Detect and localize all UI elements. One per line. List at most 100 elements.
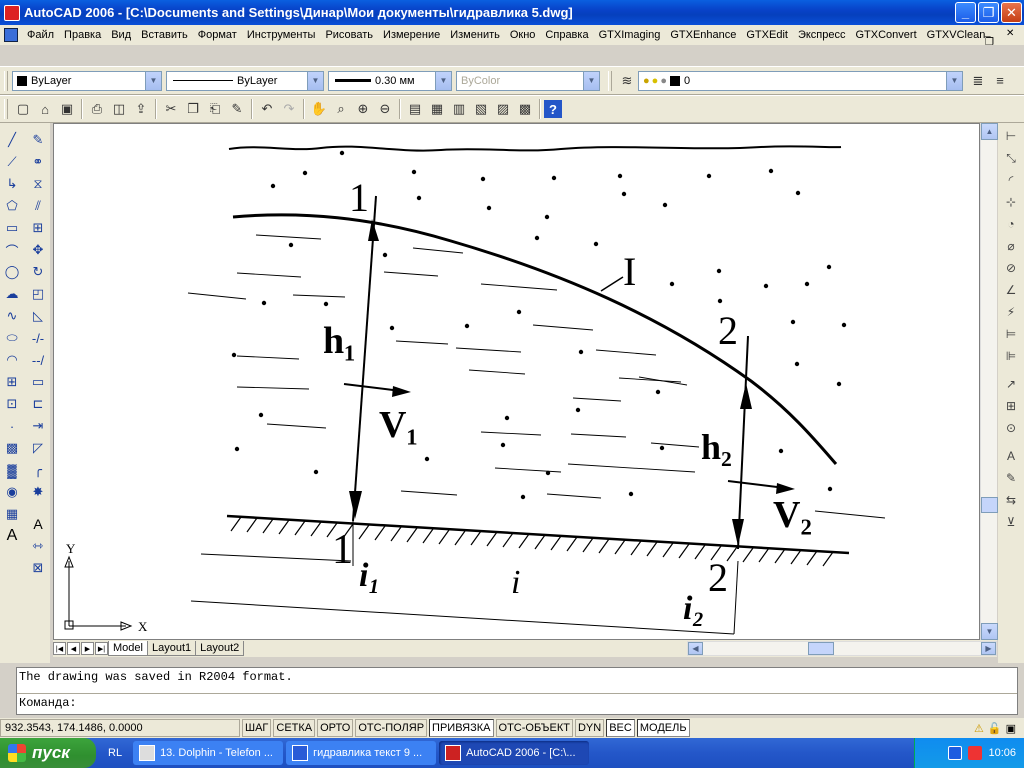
horizontal-scroll-thumb[interactable]	[808, 642, 834, 655]
center-mark-icon[interactable]: ⊙	[1000, 417, 1022, 439]
offset-icon[interactable]: ⫽	[27, 195, 49, 217]
menu-gtxvclean[interactable]: GTXVClean	[922, 29, 991, 41]
coordinate-readout[interactable]: 932.3543, 174.1486, 0.0000	[0, 719, 240, 737]
scale-list-icon[interactable]: ⊠	[27, 557, 49, 579]
next-tab-icon[interactable]: ▶	[81, 642, 94, 655]
tool-palettes-icon[interactable]: ▥	[448, 98, 470, 120]
ellipse-arc-icon[interactable]: ◠	[1, 349, 23, 371]
dyn-toggle[interactable]: DYN	[574, 719, 605, 737]
break-icon[interactable]: ⊏	[27, 393, 49, 415]
markup-icon[interactable]: ▨	[492, 98, 514, 120]
quicklaunch-rl[interactable]: RL	[108, 747, 122, 759]
text-style-icon[interactable]: A	[27, 513, 49, 535]
zoom-realtime-icon[interactable]: ⌕	[330, 98, 352, 120]
vertical-scroll-thumb[interactable]	[981, 497, 998, 513]
diameter-dimension-icon[interactable]: ⊘	[1000, 257, 1022, 279]
chevron-down-icon[interactable]: ▼	[145, 71, 161, 90]
task-autocad[interactable]: AutoCAD 2006 - [C:\...	[439, 741, 590, 765]
model-toggle[interactable]: МОДЕЛЬ	[636, 719, 690, 737]
menu-help[interactable]: Справка	[540, 29, 593, 41]
tab-layout2[interactable]: Layout2	[195, 641, 245, 656]
open-file-icon[interactable]: ⌂	[34, 98, 56, 120]
fillet-icon[interactable]: ╭	[27, 459, 49, 481]
properties-icon[interactable]: ▤	[404, 98, 426, 120]
gradient-icon[interactable]: ▓	[1, 459, 23, 481]
scale-icon[interactable]: ◰	[27, 283, 49, 305]
quick-dimension-icon[interactable]: ⚡	[1000, 301, 1022, 323]
vertical-scrollbar[interactable]: ▲ ▼	[980, 123, 998, 640]
spline-icon[interactable]: ∿	[1, 305, 23, 327]
menu-express[interactable]: Экспресс	[793, 29, 851, 41]
region-icon[interactable]: ◉	[1, 481, 23, 503]
menu-file[interactable]: Файл	[22, 29, 59, 41]
polyline-icon[interactable]: ↳	[1, 173, 23, 195]
copy-icon[interactable]: ❐	[182, 98, 204, 120]
linetype-combo[interactable]: ByLayer ▼	[166, 70, 324, 91]
mirror-icon[interactable]: ⧖	[27, 173, 49, 195]
help-icon[interactable]: ?	[544, 100, 562, 118]
menu-gtxedit[interactable]: GTXEdit	[741, 29, 793, 41]
break-at-point-icon[interactable]: ▭	[27, 371, 49, 393]
menu-edit[interactable]: Правка	[59, 29, 106, 41]
calculator-icon[interactable]: ▩	[514, 98, 536, 120]
stretch-icon[interactable]: ◺	[27, 305, 49, 327]
toolbar-grip[interactable]	[4, 99, 8, 119]
linear-dimension-icon[interactable]: ⊢	[1000, 125, 1022, 147]
layer-combo[interactable]: ● ● ● 0 ▼	[638, 70, 963, 91]
menu-format[interactable]: Формат	[193, 29, 242, 41]
line-icon[interactable]: ╱	[1, 129, 23, 151]
menu-gtxconvert[interactable]: GTXConvert	[851, 29, 922, 41]
menu-modify[interactable]: Изменить	[445, 29, 505, 41]
copy-object-icon[interactable]: ⚭	[27, 151, 49, 173]
point-icon[interactable]: ·	[1, 415, 23, 437]
erase-icon[interactable]: ✎	[27, 129, 49, 151]
scroll-down-icon[interactable]: ▼	[981, 623, 998, 640]
table-icon[interactable]: ▦	[1, 503, 23, 525]
drawing-canvas[interactable]: 1 2 I h₁ V₁ h₂ V₂ 1 2 i₁ i i₂ Y X	[53, 123, 980, 640]
continue-dimension-icon[interactable]: ⊫	[1000, 345, 1022, 367]
dimension-style-control-icon[interactable]: ⊻	[1000, 511, 1022, 533]
close-button[interactable]: ✕	[1001, 2, 1022, 23]
task-dolphin[interactable]: 13. Dolphin - Telefon ...	[133, 741, 284, 765]
join-icon[interactable]: ⇥	[27, 415, 49, 437]
undo-icon[interactable]: ↶	[256, 98, 278, 120]
task-word-document[interactable]: гидравлика текст 9 ...	[286, 741, 437, 765]
chevron-down-icon[interactable]: ▼	[946, 71, 962, 90]
color-combo[interactable]: ByLayer ▼	[12, 70, 162, 91]
construction-line-icon[interactable]: ⟋	[1, 151, 23, 173]
hatch-icon[interactable]: ▩	[1, 437, 23, 459]
menu-view[interactable]: Вид	[106, 29, 136, 41]
design-center-icon[interactable]: ▦	[426, 98, 448, 120]
revision-cloud-icon[interactable]: ☁	[1, 283, 23, 305]
menu-gtximaging[interactable]: GTXImaging	[594, 29, 666, 41]
quick-leader-icon[interactable]: ↗	[1000, 373, 1022, 395]
layer-previous-icon[interactable]: ≡	[989, 70, 1011, 92]
antivirus-icon[interactable]	[968, 746, 983, 760]
dimension-style-icon[interactable]: ⇿	[27, 535, 49, 557]
chevron-down-icon[interactable]: ▼	[307, 71, 323, 90]
tolerance-icon[interactable]: ⊞	[1000, 395, 1022, 417]
layer-manager-icon[interactable]: ≋	[616, 70, 638, 92]
angular-dimension-icon[interactable]: ∠	[1000, 279, 1022, 301]
paste-icon[interactable]: ⎗	[204, 98, 226, 120]
menu-draw[interactable]: Рисовать	[320, 29, 378, 41]
scroll-left-icon[interactable]: ◀	[688, 642, 703, 655]
menu-dimension[interactable]: Измерение	[378, 29, 445, 41]
jogged-dimension-icon[interactable]: ⌀	[1000, 235, 1022, 257]
rotate-icon[interactable]: ↻	[27, 261, 49, 283]
chamfer-icon[interactable]: ◸	[27, 437, 49, 459]
print-icon[interactable]: ⎙	[86, 98, 108, 120]
minimize-button[interactable]: _	[955, 2, 976, 23]
chevron-down-icon[interactable]: ▼	[435, 71, 451, 90]
scroll-right-icon[interactable]: ▶	[981, 642, 996, 655]
lineweight-combo[interactable]: 0.30 мм ▼	[328, 70, 452, 91]
ellipse-icon[interactable]: ⬭	[1, 327, 23, 349]
otrack-toggle[interactable]: ОТС-ОБЪЕКТ	[495, 719, 573, 737]
explode-icon[interactable]: ✸	[27, 481, 49, 503]
tab-model[interactable]: Model	[108, 641, 148, 656]
dimension-edit-icon[interactable]: A	[1000, 445, 1022, 467]
make-current-layer-icon[interactable]: ≣	[967, 70, 989, 92]
grid-toggle[interactable]: СЕТКА	[273, 719, 316, 737]
communication-center-icon[interactable]: ⚠	[974, 722, 984, 735]
horizontal-scrollbar[interactable]: ◀ ▶	[687, 641, 997, 656]
